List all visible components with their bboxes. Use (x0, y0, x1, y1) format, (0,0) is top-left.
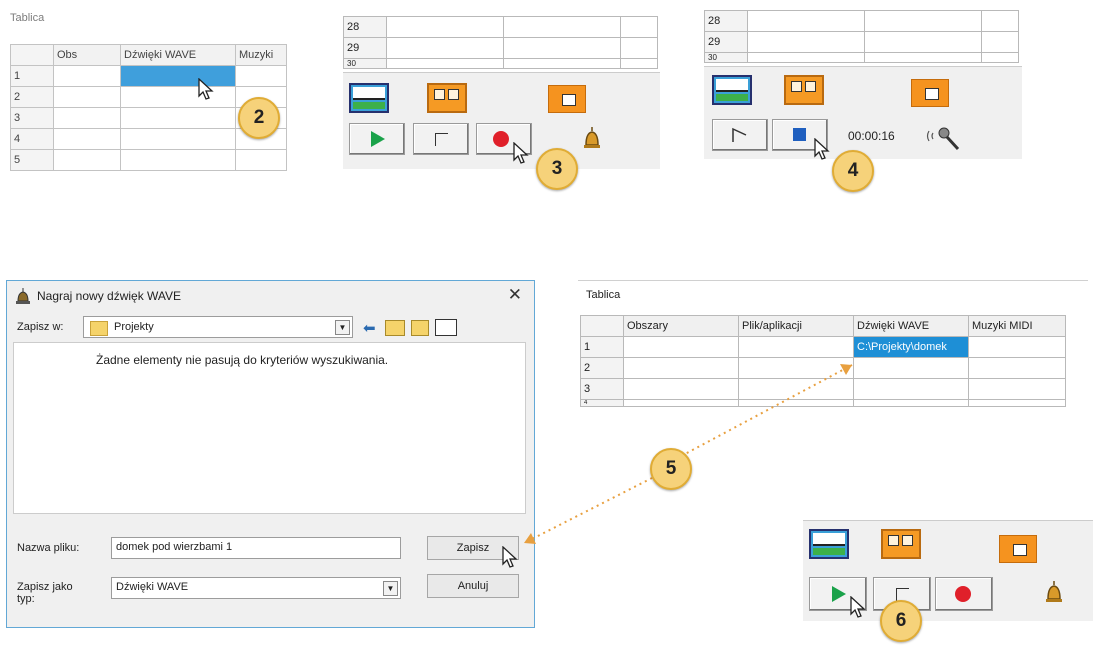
bell-icon[interactable] (1043, 579, 1065, 605)
play-icon (832, 586, 846, 602)
record-button[interactable] (935, 577, 993, 611)
step-badge: 6 (880, 600, 922, 642)
film-icon[interactable] (809, 529, 849, 559)
sound-toolbar-playback (803, 520, 1093, 621)
save-icon[interactable] (999, 535, 1037, 563)
step-badge: 5 (650, 448, 692, 490)
record-icon (955, 586, 971, 602)
mouse-cursor-icon (850, 596, 866, 618)
corner-icon (896, 588, 909, 601)
frames-icon[interactable] (881, 529, 921, 559)
